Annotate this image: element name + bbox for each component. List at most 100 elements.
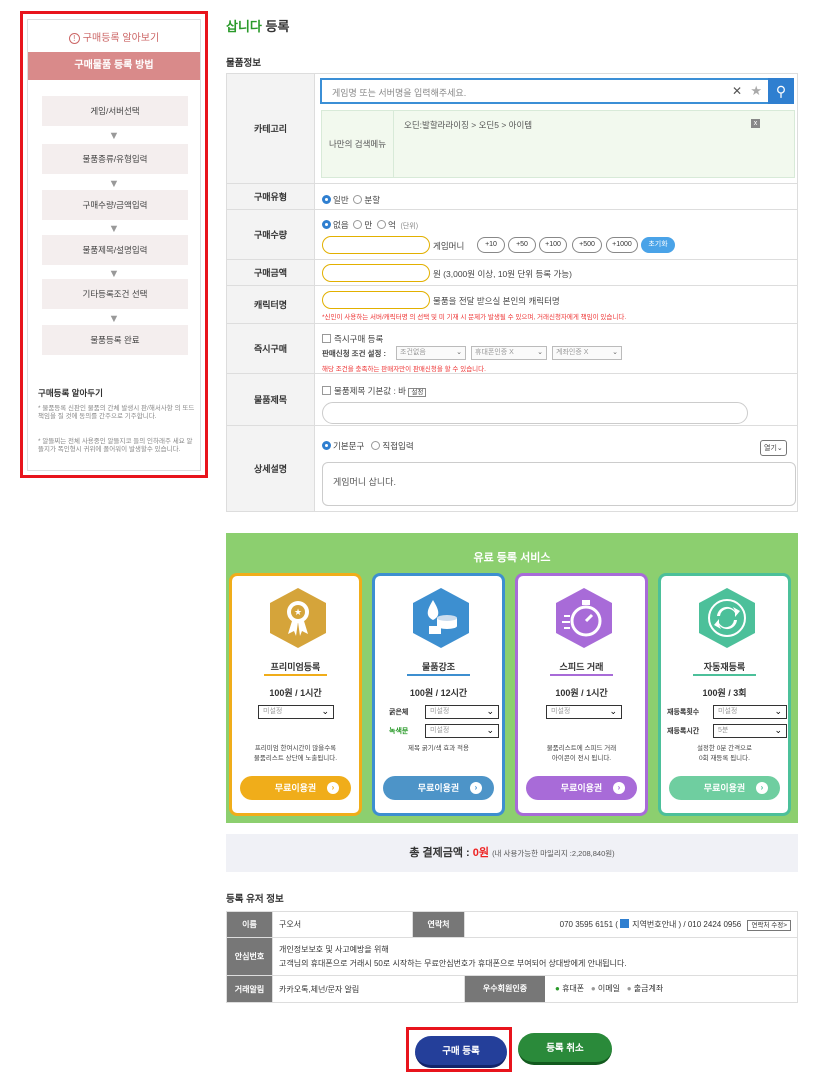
unit-man-label: 만 bbox=[364, 220, 373, 230]
open-button[interactable]: 열기⌄ bbox=[760, 440, 787, 456]
category-search[interactable]: 게임명 또는 서버명을 입력해주세요. ✕ ★ ⚲ bbox=[320, 78, 794, 104]
my-search-menu-label: 나만의 검색메뉴 bbox=[322, 111, 394, 177]
purchase-type-options: 일반 분할 bbox=[322, 194, 380, 206]
instant-warning: 해당 조건을 충족하는 판매자만이 판매신청을 할 수 있습니다. bbox=[322, 366, 486, 373]
character-label: 캐릭터명 bbox=[226, 285, 315, 324]
condition-select-value: 조건없음 bbox=[400, 349, 426, 356]
radio-default-text[interactable] bbox=[322, 441, 331, 450]
down-arrow-icon: ▼ bbox=[108, 178, 120, 190]
submit-button[interactable]: 구매 등록 bbox=[415, 1036, 507, 1068]
quantity-input[interactable] bbox=[322, 236, 430, 254]
add-500-button[interactable]: +500 bbox=[572, 237, 602, 253]
guide-header: 구매물품 등록 방법 bbox=[28, 52, 200, 80]
search-button[interactable]: ⚲ bbox=[768, 78, 794, 104]
contact-cell: 070 3595 6151 ( 지역번호안내 ) / 010 2424 0956… bbox=[464, 911, 798, 938]
unit-none-label: 없음 bbox=[333, 220, 349, 230]
speed-free-label: 무료이용권 bbox=[560, 783, 603, 793]
speed-desc: 물품리스트에 스피드 거래 아이콘이 전시 됩니다. bbox=[522, 744, 641, 764]
relist-count-select[interactable]: 미설정 ⌄ bbox=[713, 705, 787, 719]
instant-cond-label: 판매신청 조건 설정 : bbox=[322, 349, 386, 358]
page-title: 삽니다 등록 bbox=[226, 16, 289, 35]
highlight-price: 100원 / 12시간 bbox=[409, 688, 468, 698]
arrow-right-icon: › bbox=[470, 782, 482, 794]
reset-button[interactable]: 초기화 bbox=[641, 237, 675, 253]
total-amount: 0원 bbox=[472, 847, 489, 859]
auto-relist-free-label: 무료이용권 bbox=[703, 783, 746, 793]
radio-unit-eok[interactable] bbox=[376, 220, 386, 229]
relist-count-value: 미설정 bbox=[718, 708, 738, 715]
radio-split[interactable] bbox=[353, 195, 363, 204]
auto-relist-price: 100원 / 3회 bbox=[702, 688, 747, 698]
detail-textarea[interactable]: 게임머니 삽니다. bbox=[322, 462, 796, 506]
bold-select[interactable]: 미설정 ⌄ bbox=[425, 705, 499, 719]
radio-unit-man[interactable] bbox=[353, 220, 363, 229]
star-icon[interactable]: ★ bbox=[750, 83, 762, 99]
radio-unit-none[interactable] bbox=[322, 220, 331, 229]
detail-options: 기본문구 직접입력 bbox=[322, 440, 414, 452]
instant-checkbox[interactable] bbox=[322, 334, 331, 343]
check-gray-icon: ● bbox=[590, 984, 596, 993]
arrow-right-icon: › bbox=[613, 782, 625, 794]
guide-step-2: 물품종류/유형입력 bbox=[42, 144, 188, 174]
character-warning: *신인이 사용하는 서버/캐릭터명 의 선택 및 미 기재 시 문제가 발생될 … bbox=[322, 314, 627, 321]
highlight-free-button[interactable]: 무료이용권 › bbox=[383, 776, 494, 800]
area-code-checkbox[interactable] bbox=[620, 919, 630, 928]
premium-free-button[interactable]: 무료이용권 › bbox=[240, 776, 351, 800]
relist-time-value: 5분 bbox=[718, 727, 729, 734]
add-10-button[interactable]: +10 bbox=[477, 237, 505, 253]
condition-select[interactable]: 조건없음 ⌄ bbox=[396, 346, 466, 360]
item-title-checkbox[interactable] bbox=[322, 386, 331, 395]
guide-step-5: 기타등록조건 선택 bbox=[42, 279, 188, 309]
card-premium: ★ 프리미엄등록 100원 / 1시간 미설정 ⌄ 프리미엄 한여시간이 많을수록… bbox=[229, 573, 362, 816]
guide-note-1: * 물품등록 신판인 물품의 간체 발생시 판/해서사항 의 또드 책임을 질 … bbox=[38, 405, 195, 420]
purchase-type-label: 구매유형 bbox=[226, 183, 315, 210]
premium-select[interactable]: 미설정 ⌄ bbox=[258, 705, 334, 719]
price-label: 구매금액 bbox=[226, 259, 315, 286]
pref-email: 이메일 bbox=[597, 984, 621, 993]
chevron-down-icon: ⌄ bbox=[609, 706, 617, 716]
item-title-input[interactable] bbox=[322, 402, 748, 424]
phone-auth-select[interactable]: 휴대폰인증 X ⌄ bbox=[471, 346, 547, 360]
user-name: 구오서 bbox=[272, 911, 413, 938]
premium-desc-1: 프리미엄 한여시간이 많을수록 bbox=[254, 745, 337, 752]
arrow-right-icon: › bbox=[756, 782, 768, 794]
search-input[interactable]: 게임명 또는 서버명을 입력해주세요. bbox=[332, 86, 466, 99]
instant-label: 즉시구매 bbox=[226, 323, 315, 374]
safe-number-desc-2: 고객님의 휴대폰으로 거래시 50로 시작하는 무료안심번호가 휴대폰으로 부여… bbox=[279, 958, 627, 968]
down-arrow-icon: ▼ bbox=[108, 130, 120, 142]
relist-time-select[interactable]: 5분 ⌄ bbox=[713, 724, 787, 738]
radio-direct-input[interactable] bbox=[371, 441, 381, 450]
clear-icon[interactable]: ✕ bbox=[732, 84, 742, 98]
price-input[interactable] bbox=[322, 264, 430, 282]
edit-contact-button[interactable]: 연락처 수정> bbox=[747, 920, 791, 931]
guide-title[interactable]: ! 구매등록 알아보기 bbox=[28, 29, 200, 44]
cancel-button[interactable]: 등록 취소 bbox=[518, 1033, 612, 1065]
pref-cell: 우수회원인증 ● 휴대폰 ● 이메일 ● 출금계좌 bbox=[464, 975, 798, 1003]
set-default-button[interactable]: 설정 bbox=[408, 388, 427, 397]
remove-icon[interactable]: x bbox=[751, 119, 760, 128]
card-auto-relist: 자동재등록 100원 / 3회 재등록횟수 미설정 ⌄ 재등록시간 5분 ⌄ 설정한… bbox=[658, 573, 791, 816]
add-100-button[interactable]: +100 bbox=[539, 237, 567, 253]
account-auth-select[interactable]: 계좌인증 X ⌄ bbox=[552, 346, 622, 360]
speed-underline bbox=[550, 674, 613, 676]
paid-services-title: 유료 등록 서비스 bbox=[473, 552, 551, 564]
card-highlight: 물품강조 100원 / 12시간 굵은체 미설정 ⌄ 녹색문 미설정 ⌄ 제목 굵기… bbox=[372, 573, 505, 816]
chevron-down-icon: ⌄ bbox=[321, 706, 329, 716]
add-1000-button[interactable]: +1000 bbox=[606, 237, 638, 253]
chevron-down-icon: ⌄ bbox=[486, 725, 494, 735]
mileage-label: (내 사용가능한 마일리지 : bbox=[492, 849, 572, 858]
radio-general[interactable] bbox=[322, 195, 331, 204]
unit-options: 없음 만 억 (단위) bbox=[322, 219, 418, 231]
speed-select[interactable]: 미설정 ⌄ bbox=[546, 705, 622, 719]
speed-free-button[interactable]: 무료이용권 › bbox=[526, 776, 637, 800]
highlight-desc: 제목 굵기/색 효과 적용 bbox=[407, 745, 470, 752]
page-title-rest: 등록 bbox=[265, 19, 290, 34]
add-50-button[interactable]: +50 bbox=[508, 237, 536, 253]
relist-count-label: 재등록횟수 bbox=[667, 709, 700, 716]
character-input[interactable] bbox=[322, 291, 430, 309]
auto-relist-free-button[interactable]: 무료이용권 › bbox=[669, 776, 780, 800]
category-label: 카테고리 bbox=[226, 73, 315, 184]
auto-relist-desc-1: 설정한 0분 간격으로 bbox=[696, 745, 753, 752]
green-select[interactable]: 미설정 ⌄ bbox=[425, 724, 499, 738]
category-path[interactable]: 오딘:발할라라이징 > 오딘5 > 아이템 bbox=[404, 119, 532, 131]
